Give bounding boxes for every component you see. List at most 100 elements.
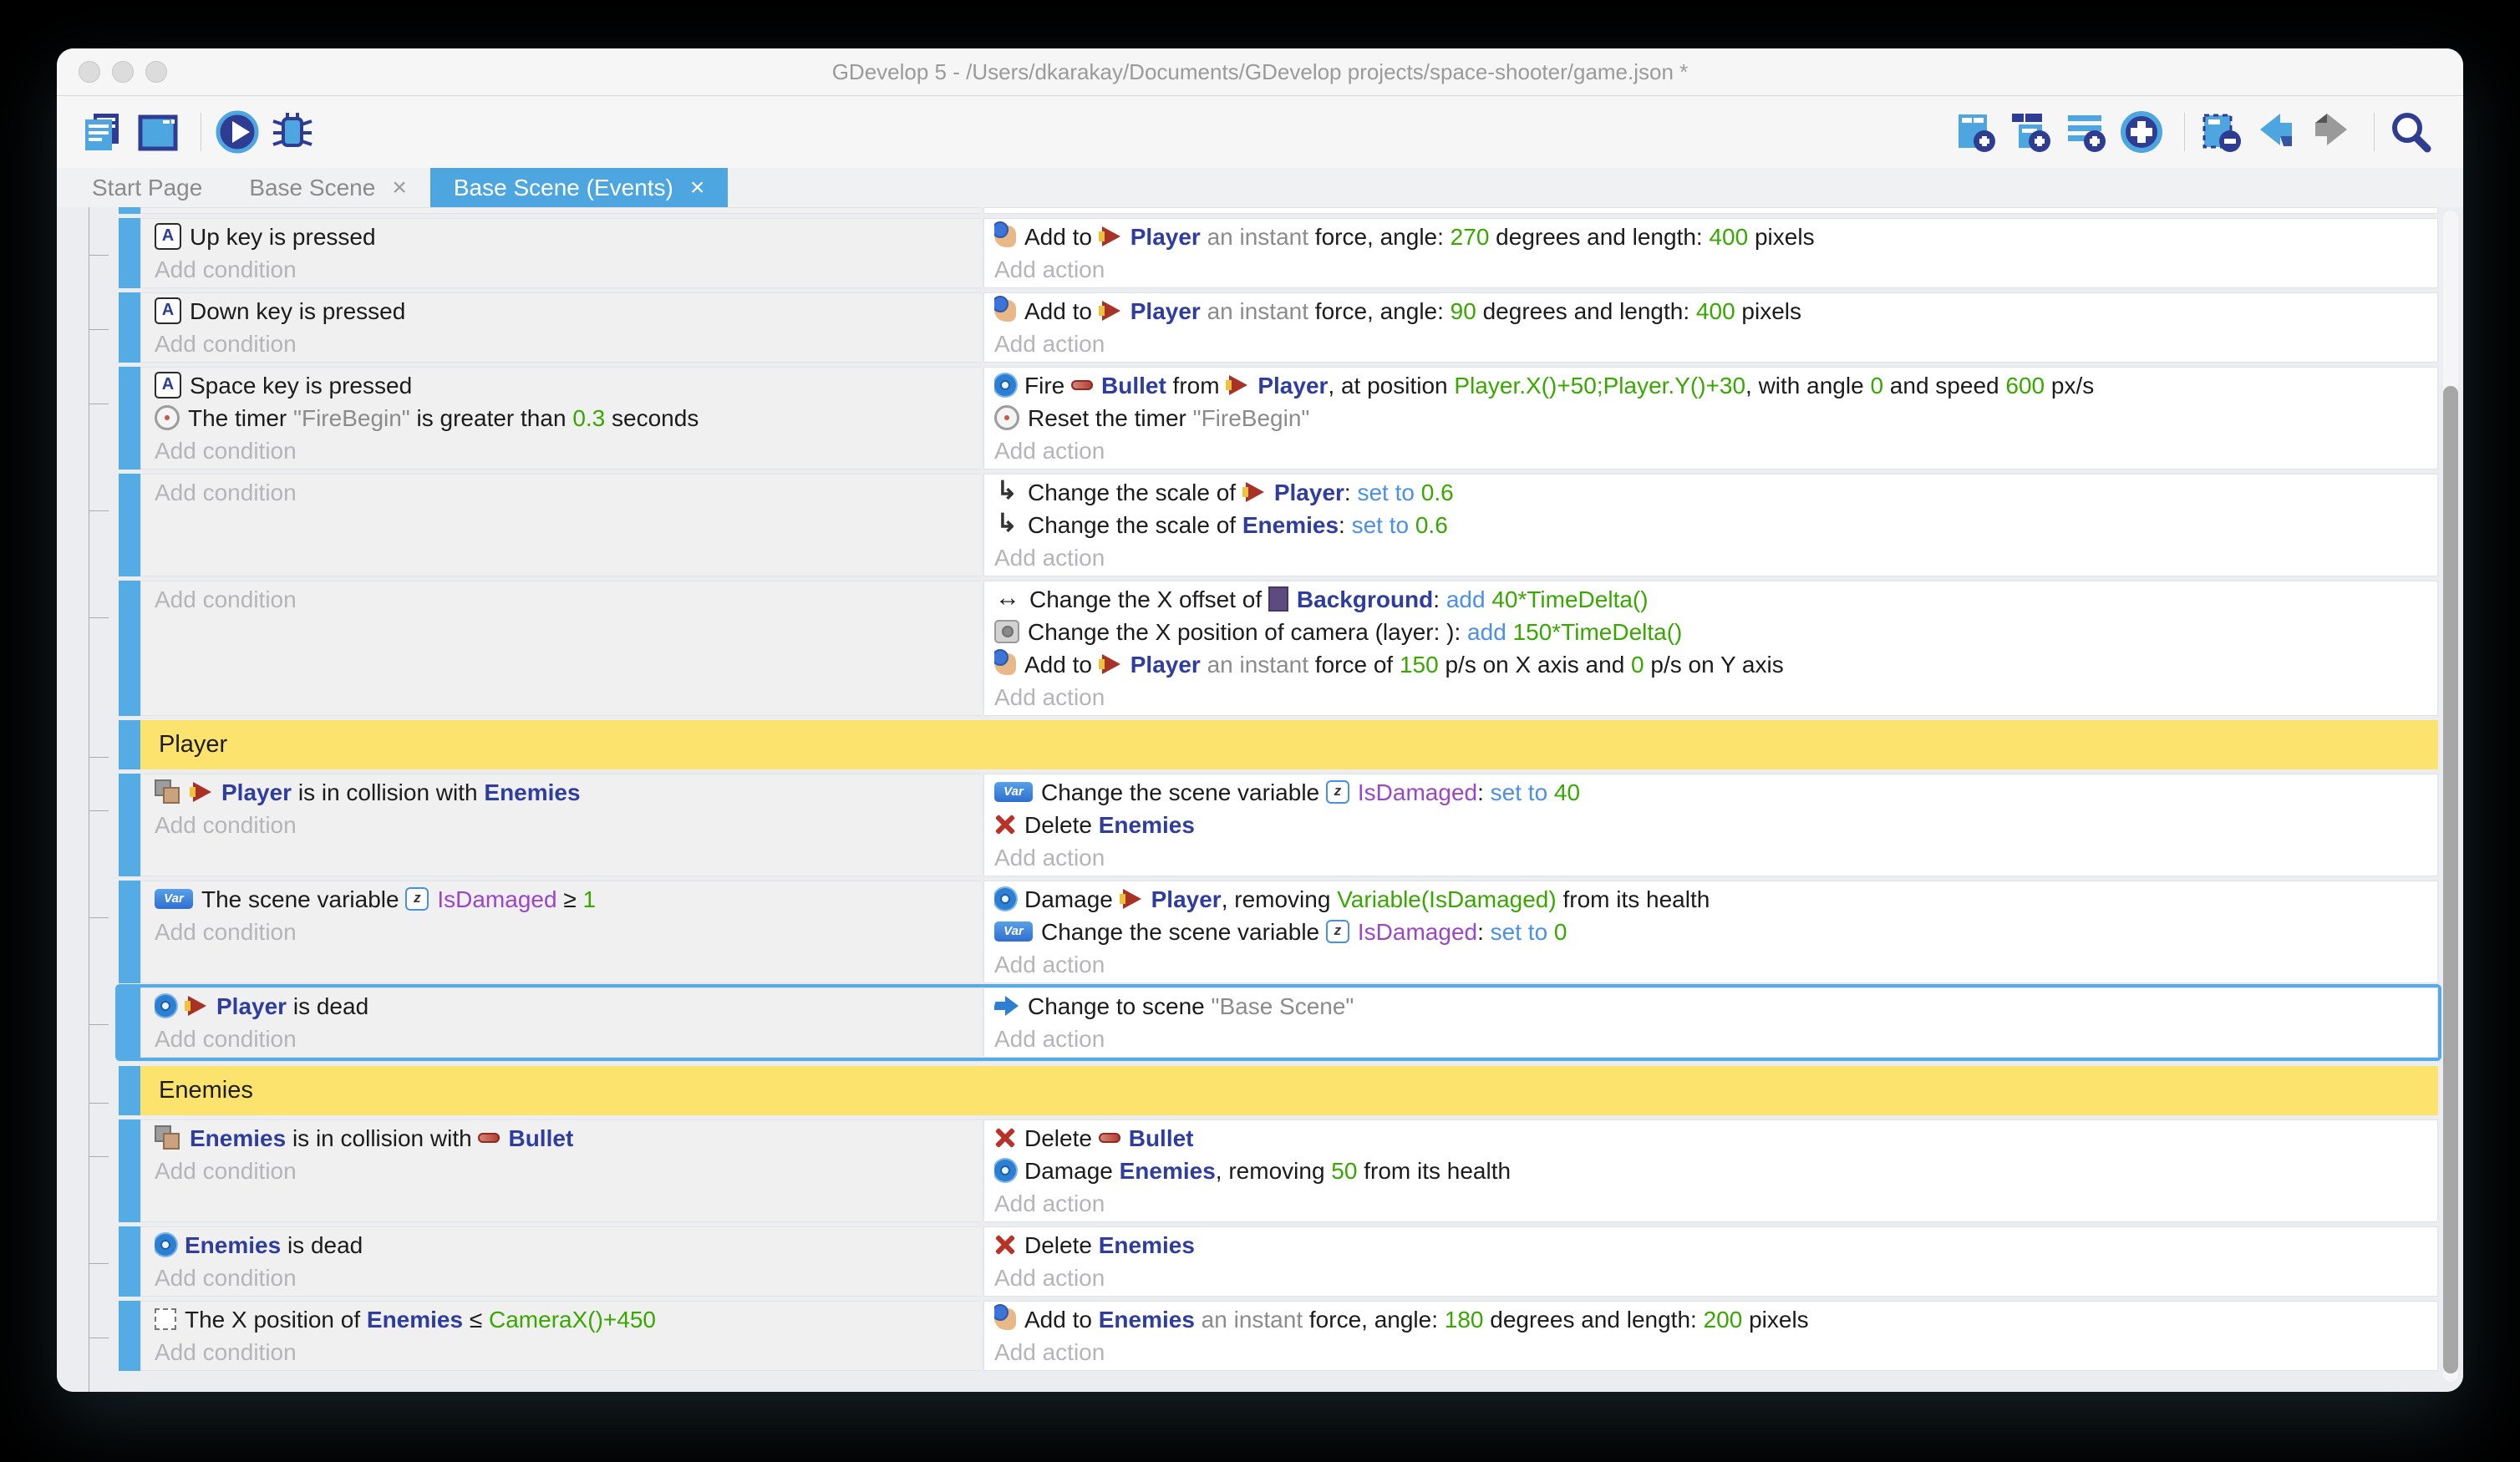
- add-subevent-icon: [2009, 109, 2054, 155]
- condition-line[interactable]: Player is in collision with Enemies: [155, 776, 981, 809]
- event-row[interactable]: The X position of Enemies ≤ CameraX()+45…: [119, 1301, 2438, 1371]
- condition-line[interactable]: Enemies is in collision with Bullet: [155, 1122, 981, 1155]
- add-action-link[interactable]: Add action: [994, 841, 2437, 874]
- event-row[interactable]: The scene variable IsDamaged ≥ 1Add cond…: [119, 881, 2438, 983]
- event-drag-handle[interactable]: [119, 881, 140, 983]
- add-action-link[interactable]: Add action: [994, 327, 2437, 360]
- add-condition-link[interactable]: Add condition: [155, 1336, 981, 1368]
- event-row[interactable]: Add condition Change the scale of Player:…: [119, 474, 2438, 576]
- redo-button[interactable]: [2307, 108, 2355, 156]
- event-row[interactable]: Enemies is deadAdd conditionDelete Enemi…: [119, 1226, 2438, 1297]
- add-action-link[interactable]: Add action: [994, 1187, 2437, 1220]
- action-line[interactable]: Add to Player an instant force, angle: 2…: [994, 221, 2437, 253]
- action-line[interactable]: Delete Enemies: [994, 1229, 2437, 1261]
- action-line[interactable]: Change to scene "Base Scene": [994, 990, 2437, 1023]
- event-row[interactable]: Space key is pressedThe timer "FireBegin…: [119, 367, 2438, 470]
- debug-button[interactable]: [268, 108, 317, 156]
- event-drag-handle[interactable]: [119, 581, 140, 716]
- action-line[interactable]: Change the scene variable IsDamaged: set…: [994, 776, 2437, 809]
- action-line[interactable]: Delete Enemies: [994, 809, 2437, 841]
- add-circle-button[interactable]: [2117, 108, 2166, 156]
- scene-editor-button[interactable]: [134, 108, 182, 156]
- add-comment-button[interactable]: [2062, 108, 2111, 156]
- add-action-link[interactable]: Add action: [994, 253, 2437, 286]
- condition-line[interactable]: The timer "FireBegin" is greater than 0.…: [155, 402, 981, 434]
- tab-base-scene[interactable]: Base Scene×: [226, 168, 430, 207]
- tab-base-scene-events-[interactable]: Base Scene (Events)×: [430, 168, 729, 207]
- add-action-link[interactable]: Add action: [994, 681, 2437, 713]
- action-line[interactable]: Delete Bullet: [994, 1122, 2437, 1155]
- add-condition-link[interactable]: Add condition: [155, 1155, 981, 1187]
- add-action-link[interactable]: Add action: [994, 541, 2437, 574]
- action-line[interactable]: Add to Player an instant force of 150 p/…: [994, 648, 2437, 681]
- actions-cell: Delete EnemiesAdd action: [983, 1226, 2438, 1297]
- event-row[interactable]: Player is in collision with EnemiesAdd c…: [119, 774, 2438, 876]
- event-drag-handle[interactable]: [119, 474, 140, 576]
- play-button[interactable]: [213, 108, 262, 156]
- action-line[interactable]: Change the X offset of Background: add 4…: [994, 583, 2437, 616]
- event-drag-handle[interactable]: [119, 218, 140, 288]
- actions-cell: Delete BulletDamage Enemies, removing 50…: [983, 1119, 2438, 1222]
- event-drag-handle[interactable]: [119, 292, 140, 363]
- add-action-link[interactable]: Add action: [994, 1261, 2437, 1294]
- event-drag-handle[interactable]: [119, 987, 140, 1058]
- project-manager-button[interactable]: [79, 108, 127, 156]
- action-line[interactable]: Change the scene variable IsDamaged: set…: [994, 916, 2437, 948]
- add-condition-link[interactable]: Add condition: [155, 476, 981, 509]
- add-condition-link[interactable]: Add condition: [155, 809, 981, 841]
- action-line[interactable]: Add to Enemies an instant force, angle: …: [994, 1303, 2437, 1336]
- condition-line[interactable]: Player is dead: [155, 990, 981, 1023]
- add-button[interactable]: Add...: [2365, 1388, 2426, 1392]
- event-drag-handle[interactable]: [119, 720, 140, 769]
- add-condition-link[interactable]: Add condition: [155, 916, 981, 948]
- event-drag-handle[interactable]: [119, 1301, 140, 1371]
- scrollbar-thumb[interactable]: [2443, 386, 2458, 1373]
- event-row[interactable]: Add condition Change the X offset of Back…: [119, 581, 2438, 716]
- add-condition-link[interactable]: Add condition: [155, 434, 981, 467]
- event-drag-handle[interactable]: [119, 367, 140, 470]
- action-line[interactable]: Fire Bullet from Player, at position Pla…: [994, 369, 2437, 402]
- action-line[interactable]: Damage Player, removing Variable(IsDamag…: [994, 883, 2437, 916]
- add-action-link[interactable]: Add action: [994, 1336, 2437, 1368]
- condition-line[interactable]: Space key is pressed: [155, 369, 981, 402]
- add-action-link[interactable]: Add action: [994, 434, 2437, 467]
- undo-button[interactable]: [2252, 108, 2300, 156]
- event-row[interactable]: Player is deadAdd condition Change to sce…: [119, 987, 2438, 1058]
- tab-close-icon[interactable]: ×: [392, 175, 407, 201]
- condition-line[interactable]: The scene variable IsDamaged ≥ 1: [155, 883, 981, 916]
- event-drag-handle[interactable]: [119, 1066, 140, 1115]
- action-line[interactable]: Reset the timer "FireBegin": [994, 402, 2437, 434]
- event-drag-handle[interactable]: [119, 1119, 140, 1222]
- tab-close-icon[interactable]: ×: [690, 175, 705, 201]
- add-condition-link[interactable]: Add condition: [155, 1023, 981, 1055]
- event-drag-handle[interactable]: [119, 1226, 140, 1297]
- add-condition-link[interactable]: Add condition: [155, 583, 981, 616]
- action-line[interactable]: Damage Enemies, removing 50 from its hea…: [994, 1155, 2437, 1187]
- add-subevent-button[interactable]: [2007, 108, 2055, 156]
- condition-line[interactable]: The X position of Enemies ≤ CameraX()+45…: [155, 1303, 981, 1336]
- action-line[interactable]: Change the scale of Enemies: set to 0.6: [994, 509, 2437, 541]
- condition-line[interactable]: Down key is pressed: [155, 295, 981, 327]
- add-new-event-link[interactable]: Add a new event: [119, 1388, 293, 1392]
- add-event-button[interactable]: [1952, 108, 2000, 156]
- add-condition-link[interactable]: Add condition: [155, 1261, 981, 1294]
- event-row[interactable]: Up key is pressedAdd condition Add to Pla…: [119, 218, 2438, 288]
- condition-line[interactable]: Enemies is dead: [155, 1229, 981, 1261]
- add-condition-link[interactable]: Add condition: [155, 327, 981, 360]
- event-row[interactable]: Down key is pressedAdd condition Add to P…: [119, 292, 2438, 363]
- remove-event-button[interactable]: [2197, 108, 2245, 156]
- add-action-link[interactable]: Add action: [994, 948, 2437, 981]
- action-line[interactable]: Add to Player an instant force, angle: 9…: [994, 295, 2437, 327]
- tab-start-page[interactable]: Start Page: [69, 168, 226, 207]
- condition-line[interactable]: Up key is pressed: [155, 221, 981, 253]
- search-button[interactable]: [2386, 108, 2435, 156]
- event-group-row[interactable]: Enemies: [119, 1066, 2438, 1115]
- event-drag-handle[interactable]: [119, 774, 140, 876]
- add-condition-link[interactable]: Add condition: [155, 253, 981, 286]
- action-line[interactable]: Change the scale of Player: set to 0.6: [994, 476, 2437, 509]
- object-name: Enemies: [1099, 1307, 1195, 1333]
- event-row[interactable]: Enemies is in collision with BulletAdd c…: [119, 1119, 2438, 1222]
- event-group-row[interactable]: Player: [119, 720, 2438, 769]
- action-line[interactable]: Change the X position of camera (layer: …: [994, 616, 2437, 648]
- add-action-link[interactable]: Add action: [994, 1023, 2437, 1055]
